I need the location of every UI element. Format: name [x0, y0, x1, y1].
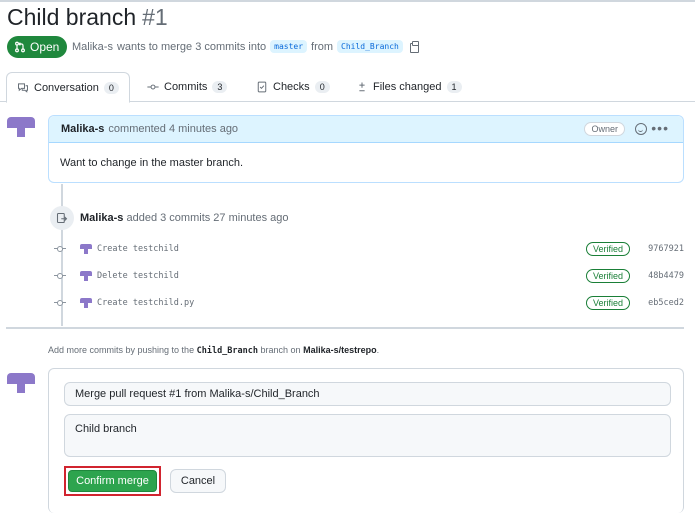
timeline-divider	[6, 327, 684, 329]
git-pull-request-icon	[15, 41, 25, 53]
pr-tabs: Conversation 0 Commits 3 Checks 0 Files …	[0, 72, 695, 103]
confirm-merge-button[interactable]: Confirm merge	[68, 470, 157, 492]
commit-sha[interactable]: eb5ced2	[648, 298, 684, 308]
tab-checks-count: 0	[314, 81, 330, 93]
comment-body: Want to change in the master branch.	[60, 157, 244, 169]
repo-push-icon	[50, 206, 74, 230]
tab-files-changed-label: Files changed	[373, 81, 442, 93]
commit-message[interactable]: Delete testchild	[97, 271, 179, 281]
checklist-icon	[257, 81, 267, 93]
comment-box: Malika-s commented 4 minutes ago Owner •…	[48, 115, 684, 183]
avatar[interactable]	[80, 297, 92, 309]
file-diff-icon	[359, 82, 365, 92]
kebab-horizontal-icon[interactable]: •••	[651, 120, 669, 136]
push-hint-middle: branch on	[260, 345, 301, 355]
pr-meta-author[interactable]: Malika-s	[72, 41, 113, 53]
pr-meta: Malika-s wants to merge 3 commits into m…	[72, 40, 420, 53]
commit-row: Delete testchild Verified 48b4479	[54, 268, 684, 284]
git-commit-icon	[54, 299, 66, 307]
merge-box: Child branch Confirm merge Cancel	[48, 368, 684, 513]
git-commit-icon	[147, 84, 159, 90]
verified-badge[interactable]: Verified	[585, 242, 630, 256]
avatar[interactable]	[7, 369, 35, 397]
copy-icon[interactable]	[409, 40, 420, 53]
tab-commits-count: 3	[212, 81, 228, 93]
commit-sha[interactable]: 48b4479	[648, 271, 684, 281]
avatar[interactable]	[80, 243, 92, 255]
pr-title-text: Child branch	[7, 4, 137, 30]
tab-checks-label: Checks	[273, 81, 310, 93]
smiley-icon[interactable]	[635, 123, 647, 135]
event-text: added 3 commits 27 minutes ago	[126, 212, 289, 224]
tab-conversation[interactable]: Conversation 0	[6, 72, 130, 103]
tab-commits-label: Commits	[164, 81, 208, 93]
comment-author[interactable]: Malika-s	[61, 123, 104, 135]
event-author[interactable]: Malika-s	[80, 212, 123, 224]
pr-title: Child branch #1	[7, 4, 168, 31]
cancel-button[interactable]: Cancel	[170, 469, 226, 493]
pr-state-label: Open	[30, 40, 60, 54]
commit-sha[interactable]: 9767921	[648, 244, 684, 254]
git-commit-icon	[54, 245, 66, 253]
tab-checks[interactable]: Checks 0	[246, 72, 340, 102]
pr-meta-from: from	[311, 40, 334, 53]
tab-files-changed[interactable]: Files changed 1	[346, 72, 472, 102]
verified-badge[interactable]: Verified	[585, 296, 630, 310]
verified-badge[interactable]: Verified	[585, 269, 630, 283]
git-commit-icon	[54, 272, 66, 280]
merge-title-input[interactable]	[64, 382, 671, 406]
commit-message[interactable]: Create testchild	[97, 244, 179, 254]
tab-files-changed-count: 1	[446, 81, 462, 93]
push-hint-branch: Child_Branch	[196, 346, 259, 356]
push-hint: Add more commits by pushing to the Child…	[48, 345, 379, 356]
confirm-merge-highlight: Confirm merge	[64, 466, 161, 496]
head-branch-tag[interactable]: Child_Branch	[337, 40, 403, 53]
pr-state-badge: Open	[7, 36, 68, 58]
commits-event: Malika-s added 3 commits 27 minutes ago	[80, 212, 289, 224]
tab-conversation-count: 0	[103, 81, 119, 94]
avatar[interactable]	[80, 270, 92, 282]
owner-badge: Owner	[584, 122, 625, 136]
base-branch-tag[interactable]: master	[270, 40, 308, 53]
commit-row: Create testchild Verified 9767921	[54, 241, 684, 257]
tab-commits[interactable]: Commits 3	[137, 72, 237, 102]
push-hint-prefix: Add more commits by pushing to the	[48, 345, 195, 355]
push-hint-repo[interactable]: Malika-s/testrepo	[303, 345, 377, 355]
comment-action[interactable]: commented 4 minutes ago	[108, 123, 238, 135]
pr-meta-text: wants to merge 3 commits into	[116, 40, 267, 53]
tab-conversation-label: Conversation	[34, 81, 99, 94]
merge-body-textarea[interactable]: Child branch	[64, 414, 671, 457]
top-border	[0, 0, 695, 2]
pr-number: #1	[142, 4, 168, 30]
commit-row: Create testchild.py Verified eb5ced2	[54, 295, 684, 311]
avatar[interactable]	[7, 113, 35, 141]
push-hint-suffix: .	[376, 345, 380, 355]
commit-message[interactable]: Create testchild.py	[97, 298, 194, 308]
comment-discussion-icon	[18, 82, 28, 93]
